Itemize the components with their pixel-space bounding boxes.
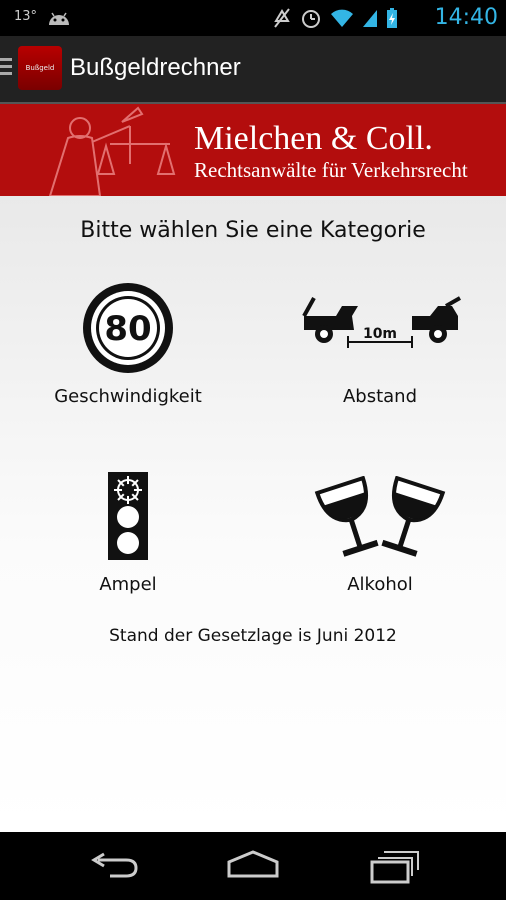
category-distance[interactable]: 10m Abstand (280, 282, 480, 412)
firm-subtitle: Rechtsanwälte für Verkehrsrecht (194, 158, 468, 182)
traffic-light-icon (108, 472, 148, 560)
category-speed[interactable]: 80 Geschwindigkeit (28, 282, 228, 412)
system-nav-bar (0, 832, 506, 900)
android-icon (49, 12, 69, 25)
speed-limit-sign-icon: 80 (83, 283, 173, 373)
app-title: Bußgeldrechner (70, 54, 241, 81)
category-label-speed: Geschwindigkeit (54, 386, 202, 407)
distance-text: 10m (363, 326, 397, 342)
battery-charging-icon (387, 8, 397, 28)
page-heading: Bitte wählen Sie eine Kategorie (80, 218, 426, 243)
legal-status-note: Stand der Gesetzlage is Juni 2012 (109, 626, 397, 646)
category-traffic-light[interactable]: Ampel (28, 470, 228, 600)
main-content: Bitte wählen Sie eine Kategorie 80 Gesch… (0, 196, 506, 832)
category-alcohol[interactable]: Alkohol (280, 470, 480, 600)
app-icon[interactable]: Bußgeld (18, 46, 62, 90)
clock-text: 14:40 (434, 5, 498, 30)
action-bar: Bußgeld Bußgeldrechner (0, 36, 506, 105)
temperature-text: 13° (14, 9, 38, 24)
category-label-distance: Abstand (342, 386, 418, 407)
back-icon[interactable] (84, 846, 144, 886)
justitia-figure-icon (48, 106, 176, 196)
signal-icon (363, 10, 377, 27)
alarm-icon (302, 10, 320, 28)
distance-cars-icon: 10m (302, 296, 461, 348)
firm-name: Mielchen & Coll. (194, 120, 433, 157)
app-icon-text: Bußgeld (25, 64, 55, 72)
wine-glasses-icon (314, 476, 446, 557)
mute-icon (274, 8, 290, 28)
recent-apps-icon[interactable] (362, 846, 422, 886)
drawer-handle-icon[interactable] (0, 58, 12, 78)
law-firm-banner[interactable]: Mielchen & Coll. Rechtsanwälte für Verke… (0, 104, 506, 196)
category-label-traffic-light: Ampel (99, 574, 157, 595)
wifi-icon (331, 9, 353, 27)
status-bar: 13° 14:40 (0, 0, 506, 36)
speed-sign-number: 80 (104, 309, 151, 349)
category-label-alcohol: Alkohol (347, 574, 413, 595)
home-icon[interactable] (223, 846, 283, 886)
